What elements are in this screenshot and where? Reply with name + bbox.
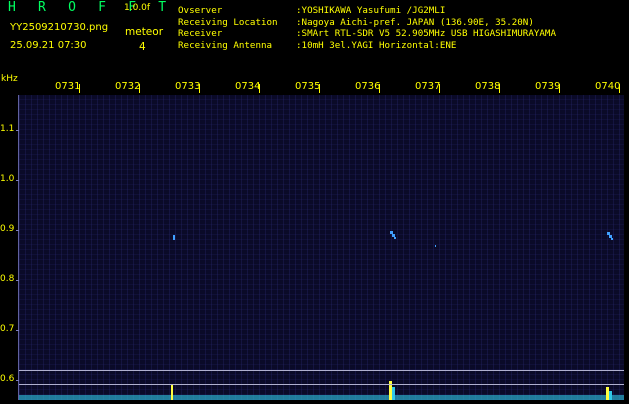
receiver-label: Receiver	[178, 28, 223, 40]
time-tick	[319, 84, 320, 93]
time-tick	[619, 84, 620, 93]
time-label: 0739	[535, 81, 561, 92]
time-label: 0738	[475, 81, 501, 92]
y-tick-label: 0.6	[0, 374, 15, 384]
time-label: 0735	[295, 81, 321, 92]
y-tick-mark	[16, 380, 19, 381]
time-tick	[259, 84, 260, 93]
receiver-value: :SMArt RTL-SDR V5 52.905MHz USB HIGASHIM…	[296, 28, 556, 40]
antenna-row: Receiving Antenna :10mH 3el.YAGI Horizont…	[178, 40, 556, 52]
date-time: 25.09.21 07:30	[10, 40, 87, 51]
antenna-label: Receiving Antenna	[178, 39, 273, 51]
spectrogram	[19, 95, 624, 400]
time-label: 0733	[175, 81, 201, 92]
antenna-value: :10mH 3el.YAGI Horizontal:ENE	[296, 39, 457, 51]
time-tick	[559, 84, 560, 93]
observer-row: Ovserver :YOSHIKAWA Yasufumi /JG2MLI	[178, 5, 556, 17]
version-label: 1.0.0f	[124, 3, 151, 13]
y-tick-label: 1.1	[0, 124, 15, 134]
event-count: 4	[139, 41, 146, 53]
time-tick	[439, 84, 440, 93]
spectrogram-signals	[19, 231, 624, 400]
y-tick-mark	[16, 130, 19, 131]
y-axis-line	[18, 95, 19, 400]
y-tick-mark	[16, 330, 19, 331]
y-tick-mark	[16, 280, 19, 281]
station-info: Ovserver :YOSHIKAWA Yasufumi /JG2MLI Rece…	[178, 5, 556, 51]
y-axis-unit: kHz	[1, 74, 18, 84]
time-tick	[379, 84, 380, 93]
receiver-row: Receiver :SMArt RTL-SDR V5 52.905MHz USB …	[178, 28, 556, 40]
category-label: meteor	[125, 26, 164, 38]
time-label: 0732	[115, 81, 141, 92]
y-tick-label: 0.8	[0, 274, 15, 284]
location-row: Receiving Location :Nagoya Aichi-pref. JA…	[178, 17, 556, 29]
time-tick	[139, 84, 140, 93]
observer-value: :YOSHIKAWA Yasufumi /JG2MLI	[296, 5, 446, 16]
y-tick-mark	[16, 230, 19, 231]
time-tick	[199, 84, 200, 93]
y-tick-label: 0.7	[0, 324, 15, 334]
time-tick	[79, 84, 80, 93]
y-tick-label: 1.0	[0, 174, 15, 184]
time-label: 0736	[355, 81, 381, 92]
time-label: 0734	[235, 81, 261, 92]
time-tick	[499, 84, 500, 93]
time-label: 0731	[55, 81, 81, 92]
time-label: 0740	[595, 81, 621, 92]
y-tick-mark	[16, 180, 19, 181]
location-value: :Nagoya Aichi-pref. JAPAN (136.90E, 35.2…	[296, 16, 534, 28]
reference-line	[19, 384, 624, 385]
observer-label: Ovserver	[178, 5, 223, 16]
time-label: 0737	[415, 81, 441, 92]
file-name: YY2509210730.png	[10, 22, 109, 33]
location-label: Receiving Location	[178, 16, 278, 28]
reference-line	[19, 370, 624, 371]
y-tick-label: 0.9	[0, 224, 15, 234]
